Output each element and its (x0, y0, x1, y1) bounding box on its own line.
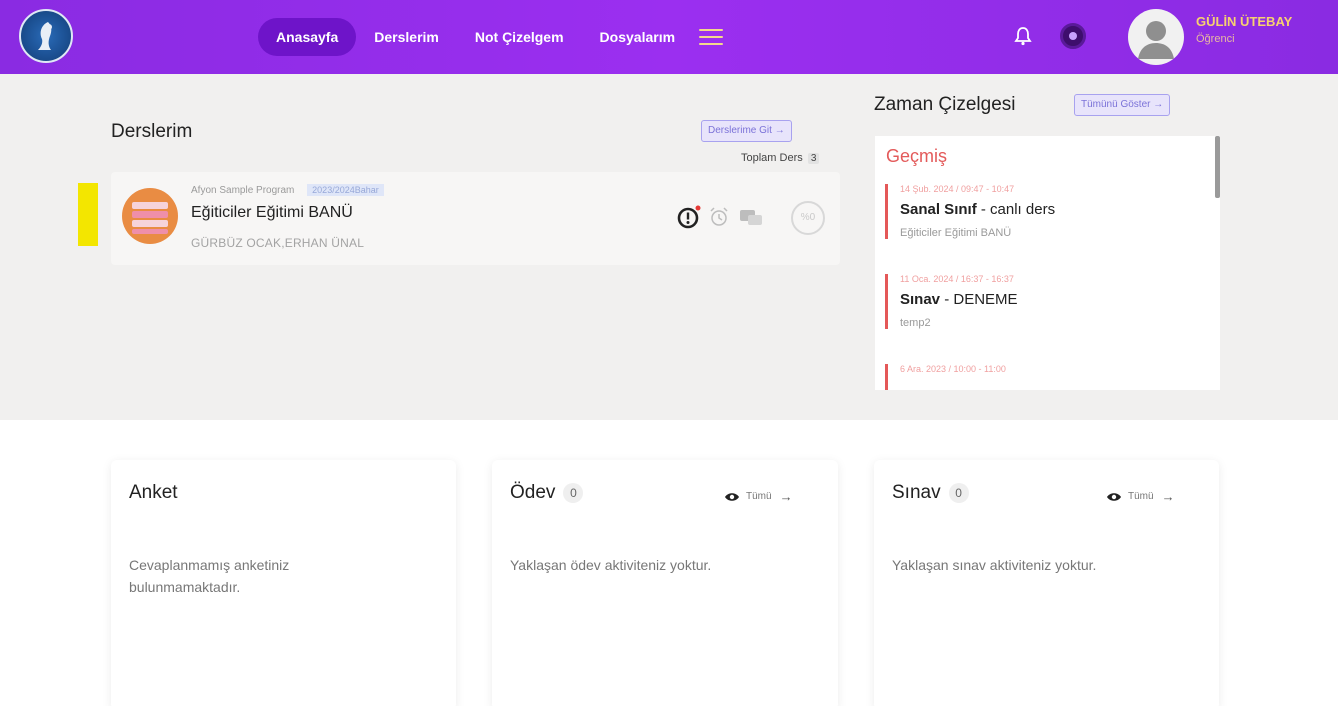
chat-icon[interactable] (739, 208, 763, 228)
arrow-right-icon: → (779, 489, 793, 504)
assignment-title: Ödev 0 (510, 482, 584, 504)
assignment-card: Ödev 0 Tümü → Yaklaşan ödev aktiviteniz y… (492, 460, 838, 706)
arrow-right-icon: → (1153, 99, 1164, 110)
exam-title: Sınav 0 (892, 482, 969, 504)
top-navbar: Anasayfa Derslerim Not Çizelgem Dosyalar… (0, 0, 1338, 74)
timeline-course: Eğiticiler Eğitimi BANÜ (900, 227, 1012, 239)
course-teachers: GÜRBÜZ OCAK,ERHAN ÜNAL (191, 236, 365, 250)
warning-icon[interactable] (676, 205, 702, 231)
assignment-text: Yaklaşan ödev aktiviteniz yoktur. (510, 557, 712, 573)
course-card[interactable]: Afyon Sample Program 2023/2024Bahar Eğit… (111, 172, 840, 265)
course-name[interactable]: Eğiticiler Eğitimi BANÜ (191, 204, 353, 222)
bell-icon[interactable] (1014, 26, 1032, 46)
progress-badge: %0 (791, 201, 825, 235)
user-name[interactable]: GÜLİN ÜTEBAY (1196, 14, 1292, 29)
show-all-button[interactable]: Tümünü Göster → (1074, 94, 1171, 116)
nav-courses[interactable]: Derslerim (356, 18, 457, 56)
assignment-all-link[interactable]: Tümü → (724, 489, 793, 504)
go-to-courses-label: Derslerime Git (708, 125, 772, 136)
timeline-date: 14 Şub. 2024 / 09:47 - 10:47 (900, 184, 1015, 194)
past-label: Geçmiş (886, 146, 948, 166)
nav-grades[interactable]: Not Çizelgem (457, 18, 582, 56)
survey-title: Anket (129, 482, 178, 503)
eye-icon (1107, 492, 1121, 501)
survey-card: Anket Cevaplanmamış anketiniz bulunmamak… (111, 460, 456, 706)
course-actions: %0 (676, 200, 831, 236)
timeline-name: Sınav - DENEME (900, 291, 1018, 308)
timeline-item[interactable]: 11 Oca. 2024 / 16:37 - 16:37 Sınav - DEN… (885, 274, 1211, 329)
total-label: Toplam Ders (741, 152, 803, 164)
course-term: 2023/2024Bahar (307, 184, 384, 196)
exam-count: 0 (948, 482, 969, 503)
highlight-marker (78, 183, 98, 246)
show-all-label: Tümünü Göster (1081, 99, 1151, 110)
timeline-panel[interactable]: Geçmiş 14 Şub. 2024 / 09:47 - 10:47 Sana… (875, 136, 1220, 390)
course-program: Afyon Sample Program 2023/2024Bahar (191, 184, 384, 196)
arrow-right-icon: → (774, 125, 785, 136)
logo[interactable] (19, 9, 73, 63)
timeline-date: 11 Oca. 2024 / 16:37 - 16:37 (900, 274, 1014, 284)
course-program-name: Afyon Sample Program (191, 185, 295, 196)
total-courses: Toplam Ders 3 (741, 152, 820, 164)
timeline-item[interactable]: 14 Şub. 2024 / 09:47 - 10:47 Sanal Sınıf… (885, 184, 1211, 239)
books-icon (122, 188, 178, 244)
exam-card: Sınav 0 Tümü → Yaklaşan sınav aktiviteniz… (874, 460, 1219, 706)
timeline-name: Sanal Sınıf - canlı ders (900, 201, 1056, 218)
notification-ring-icon[interactable] (1060, 23, 1086, 49)
courses-title: Derslerim (111, 121, 193, 142)
arrow-right-icon: → (1161, 489, 1175, 504)
timeline-title: Zaman Çizelgesi (874, 94, 1016, 115)
user-role: Öğrenci (1196, 33, 1235, 45)
timeline-course: temp2 (900, 317, 931, 329)
timeline-date: 6 Ara. 2023 / 10:00 - 11:00 (900, 364, 1006, 374)
eye-icon (725, 492, 739, 501)
assignment-count: 0 (563, 482, 584, 503)
scrollbar[interactable] (1215, 136, 1220, 198)
timeline-item[interactable]: 6 Ara. 2023 / 10:00 - 11:00 (885, 364, 1211, 390)
alarm-icon[interactable] (708, 206, 730, 228)
nav-home[interactable]: Anasayfa (258, 18, 357, 56)
exam-text: Yaklaşan sınav aktiviteniz yoktur. (892, 557, 1097, 573)
avatar[interactable] (1128, 9, 1184, 65)
survey-text: Cevaplanmamış anketiniz bulunmamaktadır. (129, 557, 290, 595)
menu-icon[interactable] (699, 29, 724, 45)
total-count: 3 (807, 153, 820, 164)
go-to-courses-button[interactable]: Derslerime Git → (701, 120, 792, 142)
exam-all-link[interactable]: Tümü → (1106, 489, 1175, 504)
nav-files[interactable]: Dosyalarım (582, 18, 693, 56)
main-nav: Anasayfa Derslerim Not Çizelgem Dosyalar… (258, 18, 724, 56)
